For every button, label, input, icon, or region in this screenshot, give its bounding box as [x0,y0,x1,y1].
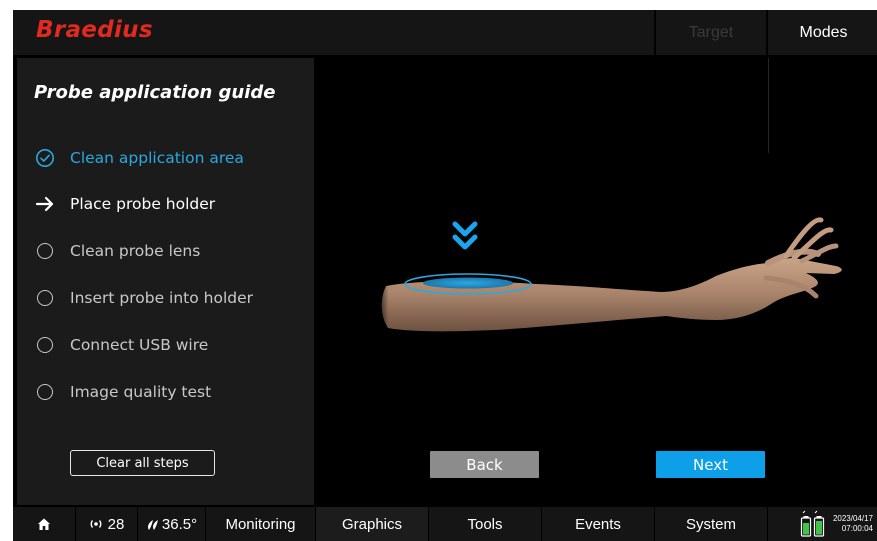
signal-icon [90,520,102,528]
step-label: Image quality test [70,383,212,401]
step-insert-probe-into-holder[interactable]: Insert probe into holder [35,284,253,312]
empty-circle-icon [35,382,55,402]
tab-system[interactable]: System [654,507,767,541]
tab-tools[interactable]: Tools [428,507,541,541]
step-label: Clean probe lens [70,242,201,260]
temperature-icon [147,519,158,530]
check-circle-icon [35,148,55,168]
step-clean-application-area[interactable]: Clean application area [35,144,244,172]
date-time: 2023/04/17 07:00:04 [833,514,873,534]
target-button[interactable]: Target [654,10,766,55]
step-image-quality-test[interactable]: Image quality test [35,378,211,406]
step-label: Insert probe into holder [70,289,254,307]
top-bar: Braedius Target Modes [13,10,877,55]
battery-clock-area: 2023/04/17 07:00:04 [767,507,877,541]
empty-circle-icon [35,241,55,261]
probe-guide-panel: Probe application guide Clean applicatio… [17,58,314,505]
app-window: Braedius Target Modes Probe application … [13,10,877,541]
clear-all-steps-button[interactable]: Clear all steps [70,450,215,476]
double-chevron-down-icon [452,221,478,250]
brand-logo: Braedius [36,17,153,43]
temperature-readout[interactable]: 36.5° [137,507,205,541]
signal-value: 28 [107,515,125,533]
signal-readout[interactable]: 28 [75,507,137,541]
home-button[interactable] [13,507,75,541]
modes-button[interactable]: Modes [766,10,877,55]
illustration-stage [316,58,877,505]
tab-events[interactable]: Events [541,507,654,541]
date: 2023/04/17 [832,514,873,523]
empty-circle-icon [35,335,55,355]
tab-graphics[interactable]: Graphics [315,507,428,541]
step-clean-probe-lens[interactable]: Clean probe lens [35,237,200,265]
forearm-illustration [380,217,842,338]
step-label: Connect USB wire [70,336,209,354]
battery-icon [800,510,825,537]
back-button[interactable]: Back [430,451,539,478]
time: 07:00:04 [841,524,873,533]
home-icon [38,518,50,530]
bottom-status-bar: 28 36.5° Monitoring Graphics Tools Event… [13,507,877,541]
temperature-value: 36.5° [161,515,198,533]
empty-circle-icon [35,288,55,308]
next-button[interactable]: Next [656,451,765,478]
arrow-right-icon [35,194,55,214]
step-label: Place probe holder [70,195,216,213]
guide-title: Probe application guide [34,82,276,103]
step-label: Clean application area [70,149,244,167]
tab-monitoring[interactable]: Monitoring [205,507,315,541]
step-place-probe-holder[interactable]: Place probe holder [35,190,215,218]
step-connect-usb-wire[interactable]: Connect USB wire [35,331,208,359]
divider [768,58,769,153]
